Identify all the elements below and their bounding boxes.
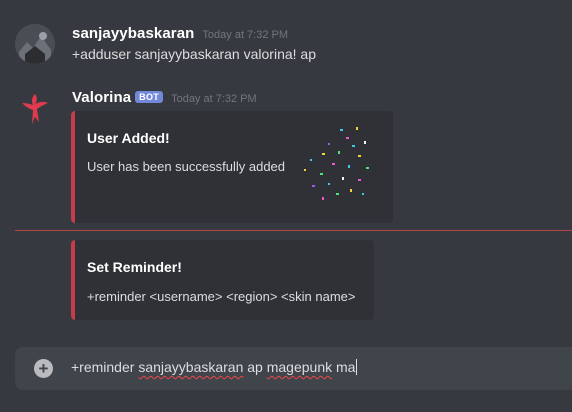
new-messages-divider — [15, 230, 572, 231]
embed-accent-bar — [71, 240, 75, 320]
bot-badge: BOT — [135, 91, 164, 103]
misspelled-word[interactable]: sanjayybaskaran — [138, 359, 243, 375]
composer-text-prefix: +reminder — [71, 359, 139, 375]
bot-avatar[interactable] — [15, 88, 55, 128]
embed-description: User has been successfully added — [87, 159, 286, 174]
embed-set-reminder: Set Reminder! +reminder <username> <regi… — [71, 240, 374, 320]
message-composer[interactable]: + +reminder sanjayybaskaran ap magepunk … — [15, 347, 572, 390]
message-header: sanjayybaskaran Today at 7:32 PM — [72, 25, 288, 42]
user-avatar[interactable] — [15, 24, 55, 64]
confetti-image[interactable] — [298, 123, 374, 205]
message-timestamp: Today at 7:32 PM — [202, 29, 289, 41]
message-content: +adduser sanjayybaskaran valorina! ap — [72, 46, 316, 62]
plus-circle-icon[interactable]: + — [34, 359, 53, 378]
composer-text-suffix: ma — [332, 359, 356, 375]
embed-user-added: User Added! User has been successfully a… — [71, 111, 393, 223]
embed-accent-bar — [71, 111, 75, 223]
embed-description: +reminder <username> <region> <skin name… — [87, 289, 356, 304]
message-timestamp: Today at 7:32 PM — [171, 93, 257, 105]
embed-title: User Added! — [87, 130, 170, 146]
embed-title: Set Reminder! — [87, 259, 182, 275]
composer-text-middle: ap — [243, 359, 267, 375]
text-caret — [356, 359, 358, 375]
author-name[interactable]: Valorina — [72, 89, 131, 106]
author-name[interactable]: sanjayybaskaran — [72, 25, 194, 42]
message-input[interactable]: +reminder sanjayybaskaran ap magepunk ma — [71, 359, 358, 375]
misspelled-word[interactable]: magepunk — [267, 359, 332, 375]
message-header: Valorina BOT Today at 7:32 PM — [72, 89, 257, 106]
